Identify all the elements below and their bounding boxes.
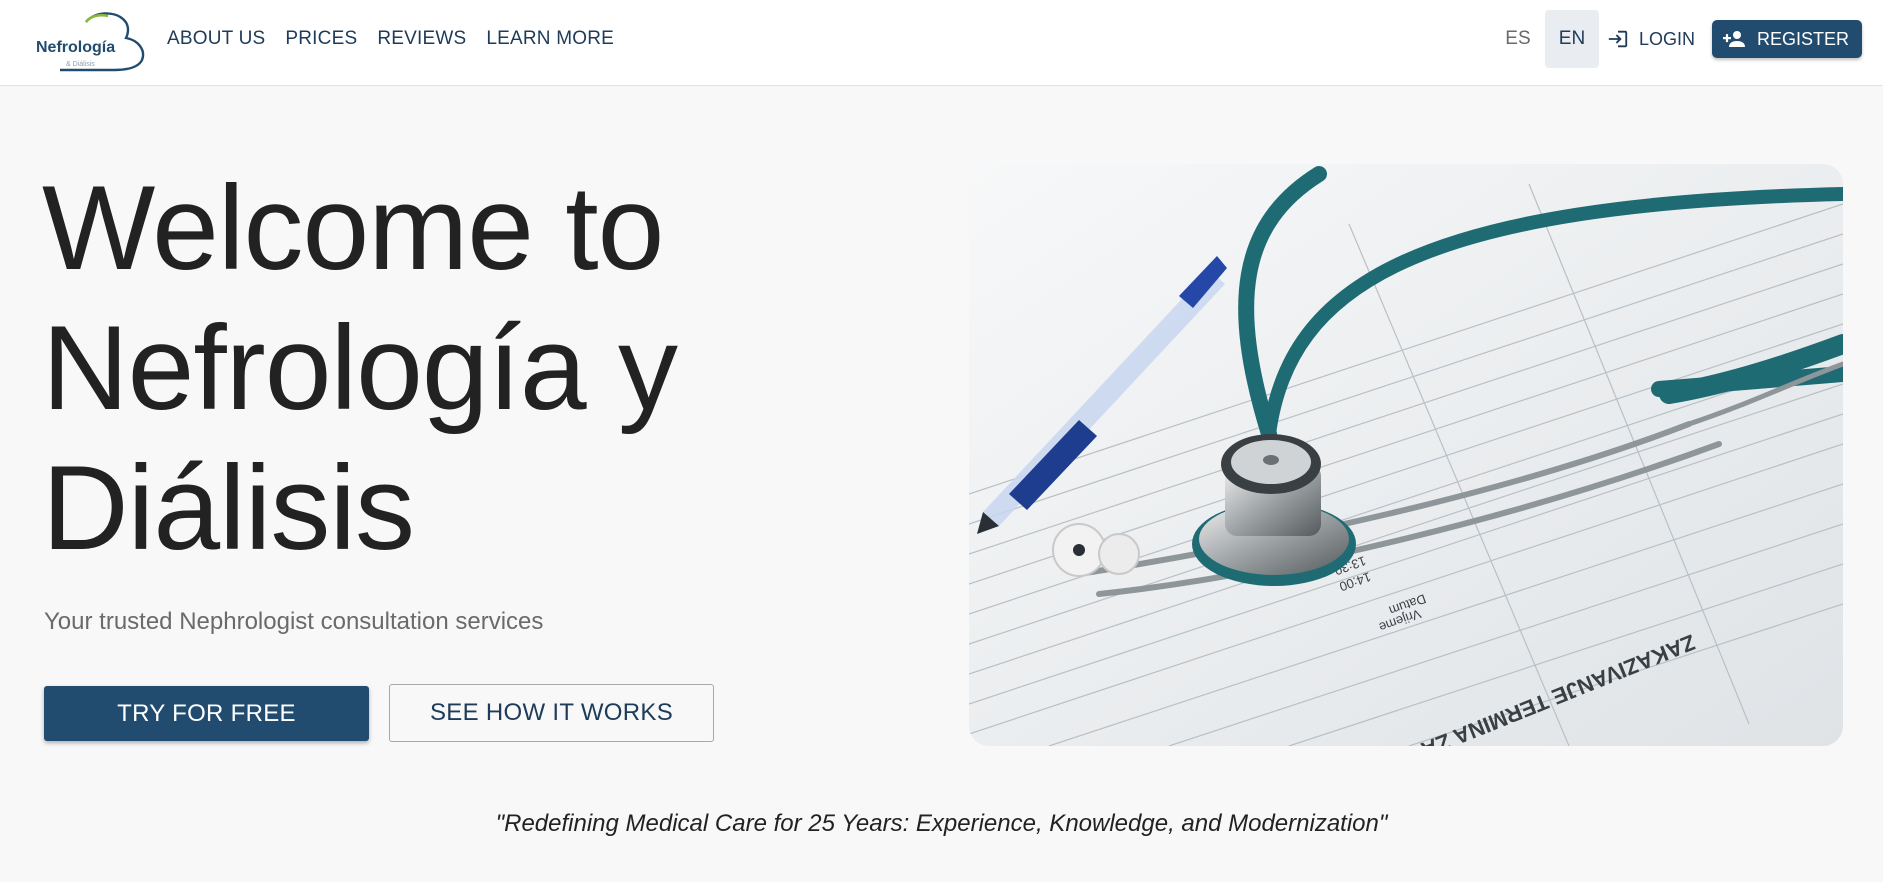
hero-subtitle: Your trusted Nephrologist consultation s… — [44, 608, 544, 635]
person-add-icon — [1722, 31, 1745, 47]
language-en-button[interactable]: EN — [1544, 10, 1599, 68]
logo-main-text: Nefrología — [36, 39, 115, 56]
login-icon — [1608, 30, 1628, 48]
register-label: REGISTER — [1756, 28, 1849, 49]
logo-sub-text: & Diálisis — [66, 61, 95, 68]
language-es-button[interactable]: ES — [1491, 10, 1545, 68]
brand-logo[interactable]: Nefrología & Diálisis — [34, 10, 148, 72]
nav-reviews[interactable]: REVIEWS — [377, 28, 466, 50]
logo-mark-icon: Nefrología & Diálisis — [36, 12, 145, 72]
nav-about-us[interactable]: ABOUT US — [167, 28, 265, 50]
tagline-quote: "Redefining Medical Care for 25 Years: E… — [495, 810, 1388, 837]
header-tools: ES EN LOGIN REGISTER — [1491, 10, 1862, 68]
register-button[interactable]: REGISTER — [1711, 20, 1862, 58]
hero-title-line-3: Diálisis — [42, 441, 415, 575]
see-how-it-works-button[interactable]: SEE HOW IT WORKS — [389, 684, 714, 742]
hero-stethoscope-image: ZAKAZIVANJE TERMINA ZA PACIJENTE 13:30 1… — [969, 164, 1843, 746]
top-navigation-bar: Nefrología & Diálisis ABOUT US PRICES RE… — [0, 0, 1883, 86]
main-nav: ABOUT US PRICES REVIEWS LEARN MORE — [167, 0, 614, 78]
hero-title: Welcome to Nefrología y Diálisis — [42, 158, 842, 578]
try-for-free-button[interactable]: TRY FOR FREE — [44, 686, 369, 741]
nav-learn-more[interactable]: LEARN MORE — [486, 28, 614, 50]
login-label: LOGIN — [1638, 28, 1695, 49]
nav-prices[interactable]: PRICES — [285, 28, 357, 50]
hero-title-line-2: Nefrología y — [42, 301, 678, 435]
stethoscope-illustration: ZAKAZIVANJE TERMINA ZA PACIJENTE 13:30 1… — [969, 164, 1843, 746]
login-button[interactable]: LOGIN — [1607, 28, 1695, 50]
hero-title-line-1: Welcome to — [42, 161, 664, 295]
